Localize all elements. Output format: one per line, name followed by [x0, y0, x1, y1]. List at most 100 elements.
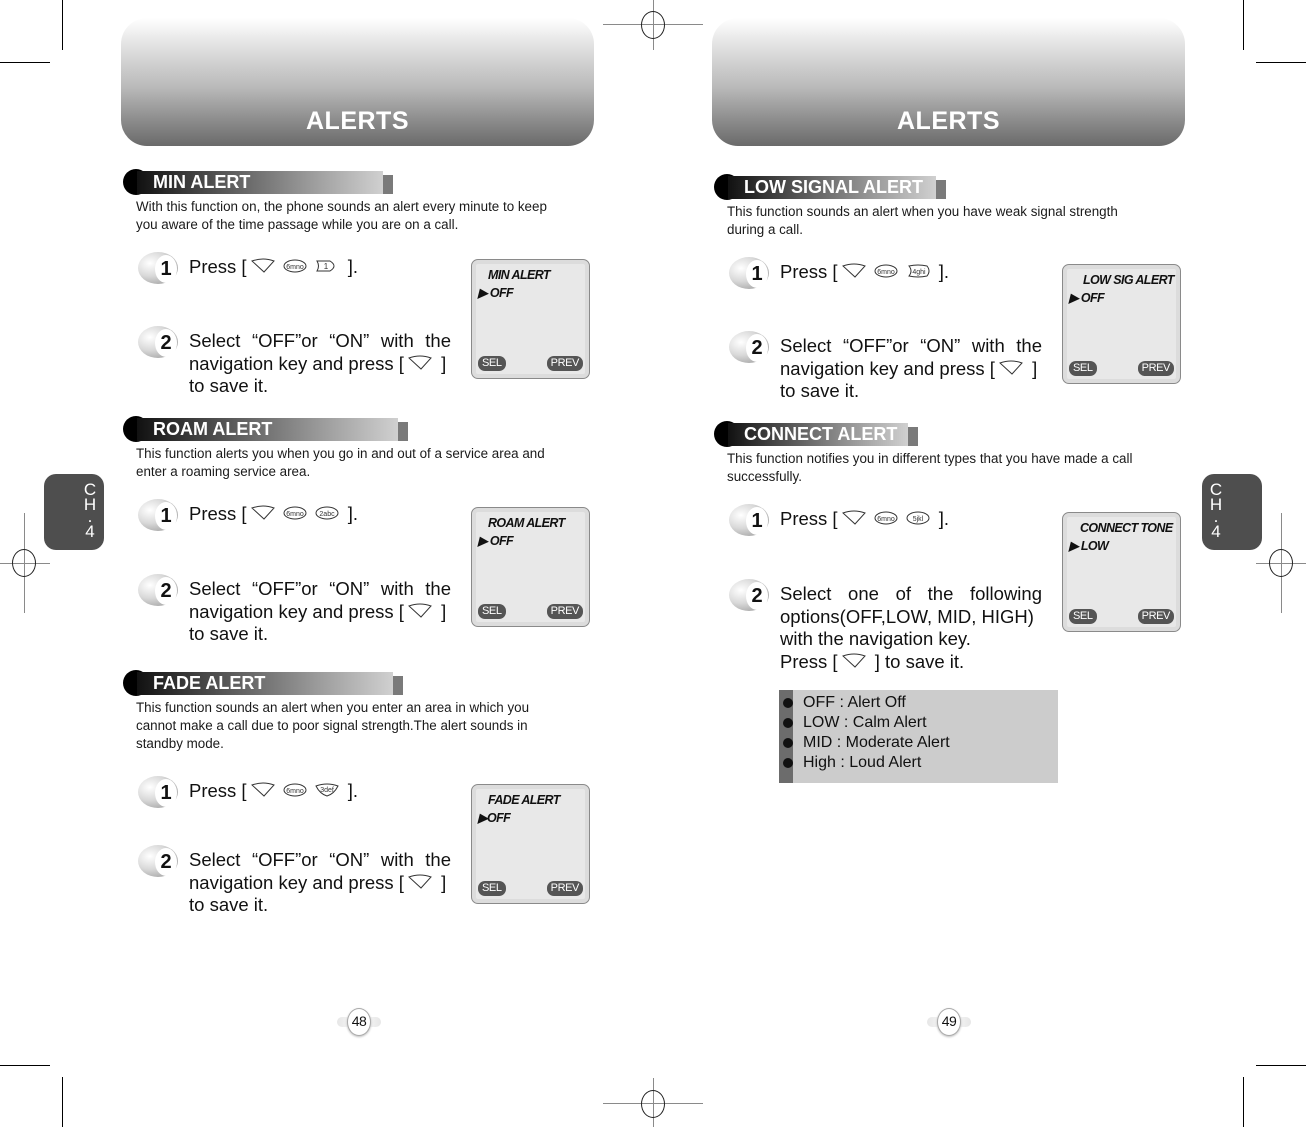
svg-text:1: 1 [323, 262, 328, 271]
screen-value: ▶ OFF [1069, 291, 1105, 305]
6mno-key-icon: 6mno [873, 510, 899, 526]
sel-softkey: SEL [1069, 609, 1097, 624]
option-label: LOW : Calm Alert [803, 714, 927, 731]
step-line: Select “OFF”or “ON” with the [189, 849, 451, 870]
step-digit: 1 [155, 502, 177, 530]
step-number-1: 1 [138, 252, 178, 286]
step-line: to save it. [189, 375, 269, 396]
menu-key-icon [407, 874, 433, 890]
menu-key-icon [250, 782, 276, 798]
step-1-text: Press [6mno 3def ]. [189, 780, 358, 803]
option-item: LOW : Calm Alert [783, 713, 927, 733]
connect-options-box: OFF : Alert Off LOW : Calm Alert MID : M… [779, 690, 1058, 783]
step-number-2: 2 [138, 574, 178, 608]
step-line: Select “OFF”or “ON” with the [189, 330, 451, 351]
description-line: This function alerts you when you go in … [136, 446, 545, 461]
step-prefix: Press [ [780, 508, 838, 529]
screen-title: ROAM ALERT [488, 516, 565, 530]
6mno-key-icon: 6mno [282, 505, 308, 521]
step-key-suffix: ] to save it. [869, 650, 965, 672]
section-heading: MIN ALERT [123, 169, 393, 195]
description-line: cannot make a call due to poor signal st… [136, 718, 528, 733]
description-line: This function sounds an alert when you h… [727, 204, 1118, 219]
step-number-1: 1 [138, 776, 178, 810]
svg-text:6mno: 6mno [286, 264, 304, 271]
page-title: ALERTS [306, 107, 409, 135]
menu-key-icon [407, 603, 433, 619]
step-number-2: 2 [729, 331, 769, 365]
section-title: ROAM ALERT [137, 418, 398, 441]
chapter-tab: C H . 4 [44, 474, 104, 550]
step-suffix: ]. [342, 503, 358, 524]
chapter-tab-number: 4 [1211, 522, 1221, 541]
svg-text:6mno: 6mno [877, 269, 895, 276]
step-digit: 2 [155, 848, 177, 876]
screen-value: ▶OFF [478, 811, 511, 825]
step-prefix: Press [ [189, 256, 247, 277]
step-line: Select one of the following [780, 583, 1042, 604]
step-2-text: Select “OFF”or “ON” with the navigation … [780, 335, 1042, 403]
page-header-band: ALERTS [121, 18, 594, 146]
section-title: CONNECT ALERT [728, 423, 908, 446]
step-suffix: ]. [342, 256, 358, 277]
step-1-text: Press [6mno 2abc ]. [189, 503, 358, 526]
page-number-label: 48 [347, 1008, 371, 1036]
description-line: This function notifies you in different … [727, 451, 1133, 466]
description-line: This function sounds an alert when you e… [136, 700, 530, 715]
screen-value: ▶ LOW [1069, 539, 1109, 553]
step-key-suffix: ] [435, 352, 447, 374]
prev-softkey: PREV [546, 881, 583, 896]
bullet-icon [783, 738, 793, 748]
step-key-suffix: ] [435, 600, 447, 622]
sel-softkey: SEL [478, 356, 506, 371]
heading-tail [936, 180, 946, 199]
step-line: to save it. [189, 623, 269, 644]
step-1-text: Press [6mno 4ghi ]. [780, 261, 949, 284]
step-line: navigation key and press [ [780, 357, 995, 379]
sel-softkey: SEL [478, 604, 506, 619]
step-key-suffix: ] [1026, 357, 1038, 379]
svg-text:2abc: 2abc [319, 511, 335, 518]
prev-softkey: PREV [546, 604, 583, 619]
step-line: options(OFF,LOW, MID, HIGH) [780, 605, 1034, 627]
prev-softkey: PREV [1137, 361, 1174, 376]
heading-tail [398, 422, 408, 441]
description-line: enter a roaming service area. [136, 464, 311, 479]
menu-key-icon [998, 360, 1024, 376]
section-description: This function sounds an alert when you e… [136, 699, 596, 753]
svg-text:6mno: 6mno [286, 511, 304, 518]
step-digit: 1 [155, 779, 177, 807]
description-line: standby mode. [136, 736, 224, 751]
step-digit: 2 [155, 577, 177, 605]
section-description: With this function on, the phone sounds … [136, 198, 596, 234]
step-number-1: 1 [729, 504, 769, 538]
svg-text:4ghi: 4ghi [912, 269, 926, 276]
screen-value: ▶ OFF [478, 286, 514, 300]
step-line: Select “OFF”or “ON” with the [780, 335, 1042, 356]
step-1-text: Press [ 6mno 5jkl ]. [780, 508, 949, 531]
step-suffix: ]. [933, 508, 949, 529]
svg-text:6mno: 6mno [877, 516, 895, 523]
heading-tail [393, 676, 403, 695]
section-title: LOW SIGNAL ALERT [728, 176, 936, 199]
page-header-band: ALERTS [712, 18, 1185, 146]
chapter-tab-number: 4 [85, 522, 95, 541]
description-line: during a call. [727, 222, 803, 237]
prev-softkey: PREV [1137, 609, 1174, 624]
step-1-text: Press [ 6mno 1 ]. [189, 256, 358, 279]
description-line: With this function on, the phone sounds … [136, 199, 547, 214]
heading-tail [383, 175, 393, 194]
menu-key-icon [407, 355, 433, 371]
step-number-1: 1 [729, 257, 769, 291]
screen-title: MIN ALERT [488, 268, 551, 282]
step-line: to save it. [780, 380, 860, 401]
option-item: OFF : Alert Off [783, 693, 906, 713]
2abc-key-icon: 2abc [314, 505, 340, 521]
step-2-text: Select one of the following options(OFF,… [780, 583, 1042, 673]
menu-key-icon [250, 505, 276, 521]
5jkl-key-icon: 5jkl [905, 510, 931, 526]
6mno-key-icon: 6mno [282, 782, 308, 798]
section-description: This function notifies you in different … [727, 450, 1187, 486]
option-label: High : Loud Alert [803, 754, 922, 771]
step-digit: 2 [155, 329, 177, 357]
